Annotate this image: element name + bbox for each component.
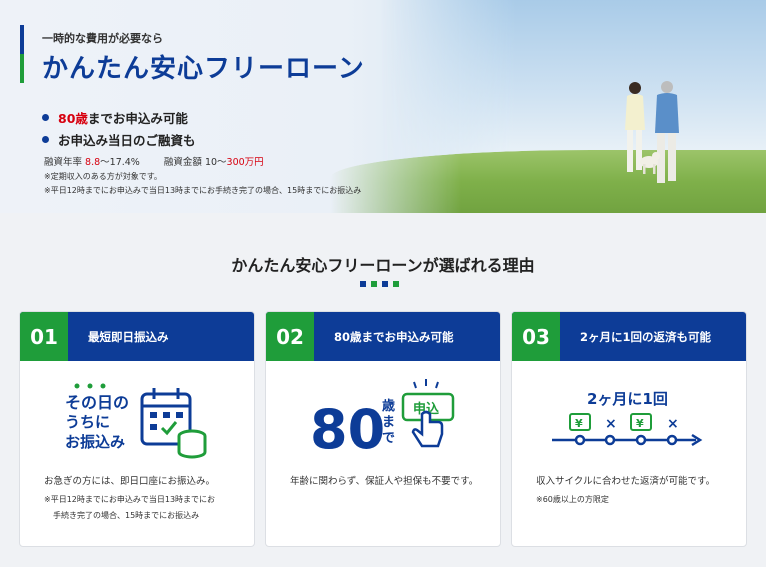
income-note: ※定期収入のある方が対象です。 <box>44 172 162 181</box>
card-header: 01 最短即日振込み <box>20 312 254 361</box>
bullet-dot-icon <box>42 113 49 121</box>
svg-text:×: × <box>667 416 679 432</box>
section-title-decoration <box>360 281 399 287</box>
svg-text:¥: ¥ <box>636 417 644 430</box>
card-title: 2ヶ月に1回の返済も可能 <box>580 329 712 344</box>
loan-rates: 融資年率 8.8～17.4% 融資金額 10～300万円 <box>44 154 264 168</box>
card-description: 収入サイクルに合わせた返済が可能です。 <box>536 476 716 487</box>
card-number: 01 <box>20 312 68 361</box>
amount-min: 10～ <box>204 157 227 168</box>
grass-field <box>330 150 766 213</box>
amount-label: 融資金額 <box>163 157 202 168</box>
deco-square <box>382 281 388 287</box>
age-80-illustration: 80 歳まで 申込 <box>310 379 455 461</box>
reason-card-3: 03 2ヶ月に1回の返済も可能 2ヶ月に1回 ¥ × ¥ × 収入サイクルに合わ… <box>511 311 747 547</box>
bullet-age-text: までお申込み可能 <box>87 110 188 126</box>
card-title: 最短即日振込み <box>88 329 169 344</box>
timeline-arrow-icon <box>552 433 703 447</box>
card-number: 02 <box>266 312 314 361</box>
card-description: 年齢に関わらず、保証人や担保も不要です。 <box>290 476 479 487</box>
card-header: 02 80歳までお申込み可能 <box>266 312 500 361</box>
bimonthly-repayment-illustration: 2ヶ月に1回 ¥ × ¥ × <box>552 390 703 447</box>
section-title: かんたん安心フリーローンが選ばれる理由 <box>231 256 535 275</box>
illus-text-3: お振込み <box>65 433 125 451</box>
bullet-same-day-text: お申込み当日のご融資も <box>58 132 196 148</box>
bullet-age: 80歳 までお申込み可能 <box>42 106 196 128</box>
same-day-transfer-illustration: その日の うちに お振込み <box>65 383 207 459</box>
yen-icon: ¥ <box>630 413 652 431</box>
hero-title: かんたん安心フリーローン <box>42 54 365 84</box>
illus-big-number: 80 <box>310 398 385 461</box>
card-number: 03 <box>512 312 560 361</box>
bullet-dot-icon <box>42 135 49 143</box>
yen-icon: ¥ <box>569 413 591 431</box>
hero-banner: 一時的な費用が必要なら かんたん安心フリーローン 80歳 までお申込み可能 お申… <box>0 0 766 213</box>
apply-button-icon: 申込 <box>401 379 455 448</box>
deco-square <box>393 281 399 287</box>
svg-text:×: × <box>605 416 617 432</box>
transfer-note: ※平日12時までにお申込みで当日13時までにお手続き完了の場合、15時までにお振… <box>44 186 362 195</box>
deco-square <box>360 281 366 287</box>
illus-age-text: 歳まで <box>382 398 395 446</box>
illus-text-2: うちに <box>65 413 110 431</box>
card-note: ※平日12時までにお申込みで当日13時までにお 手続き完了の場合、15時までにお… <box>44 492 244 524</box>
reason-card-2: 02 80歳までお申込み可能 80 歳まで 申込 年齢に関わらず、保証人や担保も… <box>265 311 501 547</box>
card-header: 03 2ヶ月に1回の返済も可能 <box>512 312 746 361</box>
amount-max: 300万円 <box>226 157 264 168</box>
card-note-line: ※平日12時までにお申込みで当日13時までにお <box>44 495 216 504</box>
hero-bullets: 80歳 までお申込み可能 お申込み当日のご融資も <box>42 106 196 150</box>
hero-subtitle: 一時的な費用が必要なら <box>42 32 163 45</box>
reason-card-1: 01 最短即日振込み その日の うちに お振込み お急ぎの方には、即日口座にお振… <box>19 311 255 547</box>
rate-label: 融資年率 <box>44 157 83 168</box>
coins-icon <box>177 429 207 459</box>
rate-min: 8.8 <box>85 157 101 168</box>
illus-text-1: その日の <box>65 393 129 412</box>
card-title: 80歳までお申込み可能 <box>334 329 454 344</box>
bullet-age-highlight: 80歳 <box>58 110 88 126</box>
svg-text:¥: ¥ <box>575 417 583 430</box>
title-accent-bar <box>20 25 24 83</box>
card-description: お急ぎの方には、即日口座にお振込み。 <box>44 476 216 487</box>
bullet-same-day: お申込み当日のご融資も <box>42 128 196 150</box>
illus-text: 2ヶ月に1回 <box>587 390 668 408</box>
rate-max: ～17.4% <box>100 157 140 168</box>
card-note: ※60歳以上の方限定 <box>536 495 609 504</box>
couple-photo <box>625 81 679 183</box>
deco-square <box>371 281 377 287</box>
card-note-line: 手続き完了の場合、15時までにお振込み <box>53 511 200 520</box>
